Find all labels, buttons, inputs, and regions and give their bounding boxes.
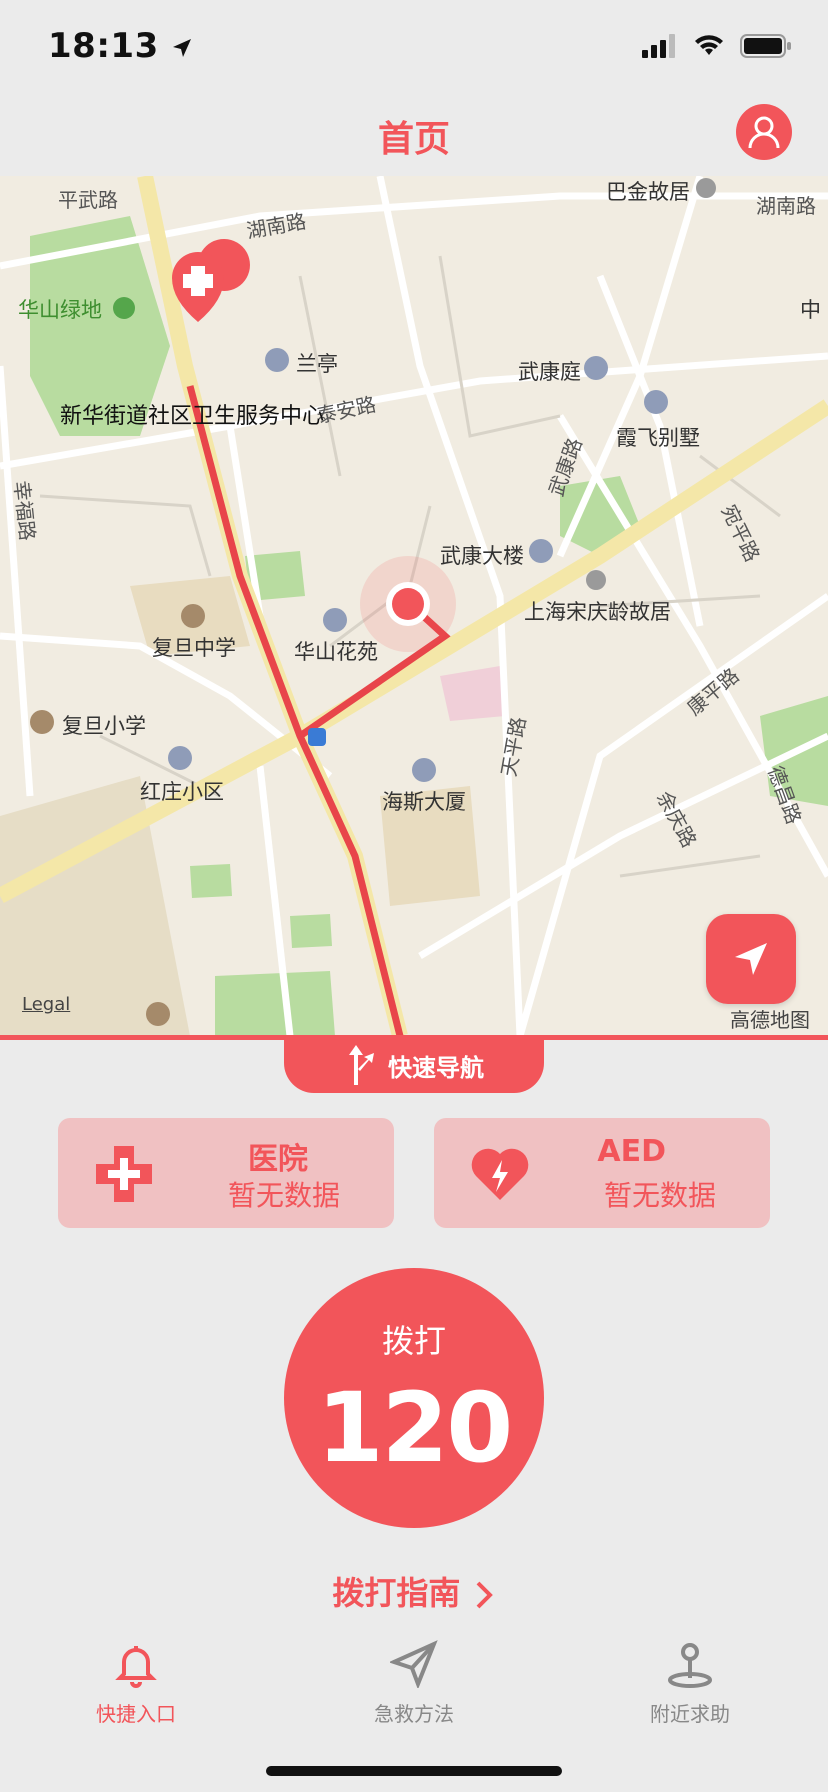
profile-button[interactable]	[736, 104, 792, 160]
tab-nearby-help[interactable]: 附近求助	[590, 1640, 790, 1727]
poi-label: 海斯大厦	[382, 790, 466, 814]
cellular-signal-icon	[642, 34, 675, 58]
location-arrow-icon	[173, 38, 192, 57]
metro-icon	[308, 728, 326, 746]
road-label: 幸福路	[9, 479, 40, 542]
tab-label: 急救方法	[374, 1702, 454, 1726]
poi-label: 霞飞别墅	[616, 426, 700, 450]
wifi-icon	[695, 35, 723, 55]
map-provider-logo: 高德地图	[730, 1008, 810, 1032]
poi-label: 巴金故居	[606, 180, 690, 204]
school-icon	[30, 710, 54, 734]
poi-icon	[644, 390, 668, 414]
call-guide-label: 拨打指南	[332, 1574, 461, 1612]
tab-label: 附近求助	[650, 1702, 730, 1726]
poi-label: 华山花苑	[294, 640, 378, 664]
poi-icon	[323, 608, 347, 632]
hospital-card-title: 医院	[248, 1142, 308, 1177]
poi-label: 中	[800, 298, 821, 322]
poi-icon	[168, 746, 192, 770]
pin-icon	[668, 1643, 712, 1688]
poi-label: 红庄小区	[140, 780, 224, 804]
aed-card[interactable]: AED 暂无数据	[434, 1118, 770, 1228]
heart-lightning-icon	[471, 1148, 529, 1200]
poi-label: 武康大楼	[440, 544, 524, 568]
call-number: 120	[316, 1372, 513, 1484]
park-area	[190, 864, 232, 898]
aed-card-title: AED	[597, 1134, 666, 1169]
road-label: 平武路	[58, 188, 118, 212]
aed-card-subtitle: 暂无数据	[603, 1179, 716, 1212]
tab-label: 快捷入口	[96, 1702, 176, 1726]
school-icon	[146, 1002, 170, 1026]
map-view[interactable]: 平武路 湖南路 湖南路 泰安路 幸福路 武康路 天平路 宛平路 康平路 余庆路 …	[0, 176, 828, 1036]
poi-label: 华山绿地	[18, 298, 102, 322]
send-icon	[388, 1640, 438, 1690]
poi-label: 兰亭	[296, 352, 338, 376]
hospital-card-subtitle: 暂无数据	[227, 1179, 340, 1212]
park-area	[290, 914, 332, 948]
user-icon	[748, 116, 780, 149]
tab-quick-entry[interactable]: 快捷入口	[36, 1640, 236, 1727]
poi-label: 武康庭	[518, 360, 581, 384]
time-text: 18:13	[48, 26, 159, 66]
call-guide-link[interactable]: 拨打指南	[0, 1568, 828, 1614]
block-area	[440, 666, 505, 721]
road-label: 湖南路	[756, 194, 816, 218]
call-label: 拨打	[381, 1322, 446, 1360]
tab-bar: 快捷入口 急救方法 附近求助	[0, 1630, 828, 1740]
hospital-cross-icon	[96, 1146, 152, 1202]
park-icon	[113, 297, 135, 319]
battery-icon	[740, 34, 791, 58]
nav-bar: 首页	[0, 100, 828, 176]
poi-label: 上海宋庆龄故居	[524, 600, 671, 624]
school-icon	[181, 604, 205, 628]
navigation-arrow-icon	[735, 943, 767, 975]
status-time: 18:13	[48, 26, 193, 66]
status-icons	[642, 34, 792, 58]
park-area	[215, 971, 335, 1036]
poi-label: 复旦小学	[62, 714, 146, 738]
bell-icon	[115, 1646, 157, 1688]
legal-link[interactable]: Legal	[22, 994, 70, 1015]
page-title: 首页	[377, 119, 450, 160]
poi-icon	[529, 539, 553, 563]
poi-icon	[696, 178, 716, 198]
tab-first-aid-methods[interactable]: 急救方法	[314, 1640, 514, 1727]
quick-navigation-button[interactable]: 快速导航	[284, 1037, 544, 1093]
locate-me-button[interactable]	[706, 914, 796, 1004]
poi-icon	[265, 348, 289, 372]
poi-icon	[412, 758, 436, 782]
call-120-button[interactable]: 拨打 120	[284, 1268, 544, 1528]
hospital-name-label[interactable]: 新华街道社区卫生服务中心	[60, 398, 324, 430]
poi-icon	[584, 356, 608, 380]
quick-navigation-label: 快速导航	[388, 1053, 484, 1082]
poi-icon	[586, 570, 606, 590]
hospital-card[interactable]: 医院 暂无数据	[58, 1118, 394, 1228]
map-canvas	[0, 176, 828, 1036]
chevron-right-icon	[476, 1581, 493, 1609]
current-location-dot	[392, 588, 424, 620]
turn-arrow-icon	[349, 1045, 374, 1085]
status-bar: 18:13	[0, 0, 828, 100]
poi-label: 复旦中学	[152, 636, 236, 660]
home-indicator[interactable]	[266, 1766, 562, 1776]
